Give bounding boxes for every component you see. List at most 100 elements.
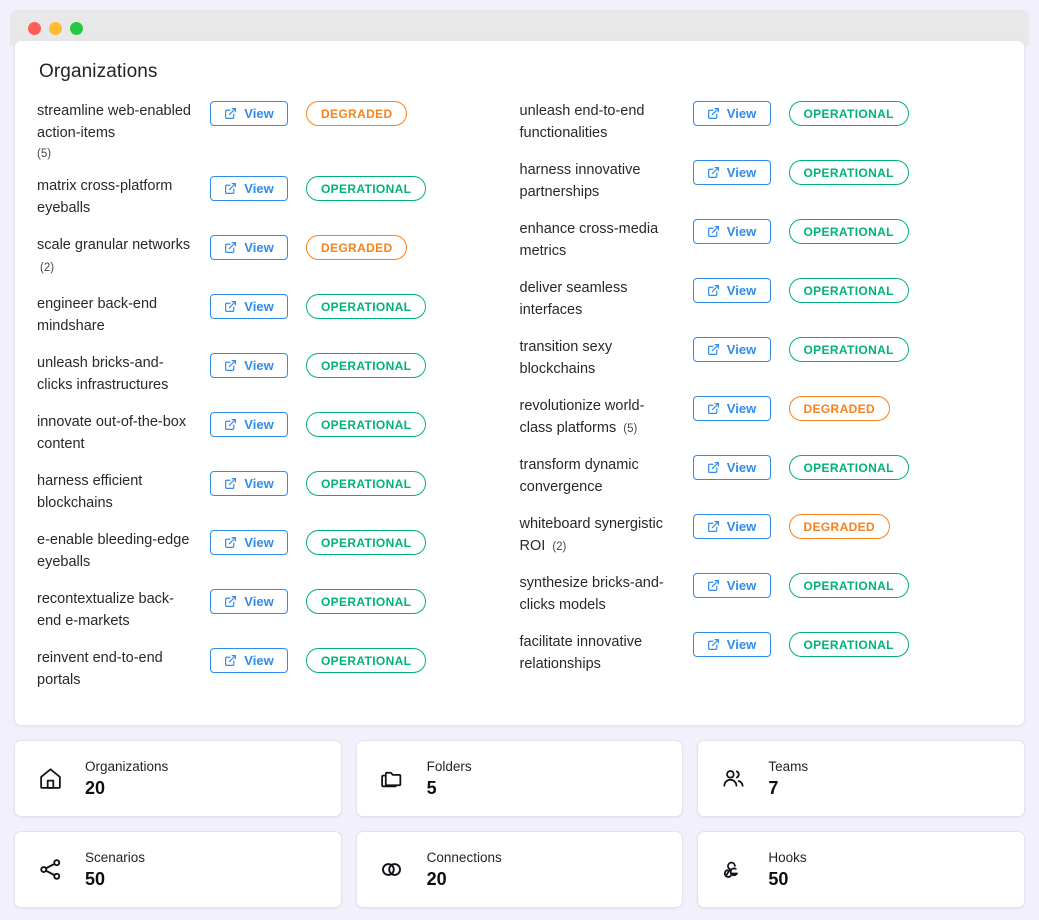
external-link-icon	[224, 182, 237, 195]
view-button[interactable]: View	[692, 573, 771, 598]
window-maximize-button[interactable]	[70, 21, 83, 35]
external-link-icon	[707, 638, 720, 651]
view-button[interactable]: View	[692, 396, 771, 421]
status-cell: OPERATIONAL	[306, 470, 520, 496]
view-button[interactable]: View	[692, 278, 771, 303]
view-button-label: View	[726, 224, 757, 239]
organization-name: synthesize bricks-and-clicks models	[519, 575, 664, 613]
organization-row: matrix cross-platform eyeballs View OPERAT…	[37, 172, 520, 231]
home-icon	[37, 766, 63, 792]
stat-value: 20	[85, 777, 106, 798]
stat-card-scenarios[interactable]: Scenarios 50	[14, 831, 342, 908]
view-button[interactable]: View	[692, 101, 771, 126]
external-link-icon	[707, 579, 720, 592]
stat-card-organizations[interactable]: Organizations 20	[14, 740, 342, 817]
status-badge: DEGRADED	[306, 235, 408, 260]
external-link-icon	[707, 402, 720, 415]
webhook-icon	[720, 857, 746, 883]
status-badge: OPERATIONAL	[788, 219, 909, 244]
view-button[interactable]: View	[692, 455, 771, 480]
organization-row: unleash bricks-and-clicks infrastructure…	[37, 349, 520, 408]
organization-row: innovate out-of-the-box content View OPERA…	[37, 408, 520, 467]
status-cell: OPERATIONAL	[788, 631, 1003, 657]
external-link-icon	[707, 520, 720, 533]
organization-name: deliver seamless interfaces	[519, 280, 628, 318]
status-badge: OPERATIONAL	[788, 278, 909, 303]
organization-count: (2)	[40, 262, 55, 274]
status-cell: OPERATIONAL	[788, 336, 1003, 362]
organization-name: revolutionize world-class platforms (5)	[519, 398, 645, 436]
view-button[interactable]: View	[210, 648, 288, 673]
status-cell: OPERATIONAL	[788, 572, 1003, 598]
status-cell: OPERATIONAL	[788, 454, 1003, 480]
stat-text: Folders 5	[427, 759, 472, 799]
status-badge: OPERATIONAL	[306, 294, 427, 319]
view-button[interactable]: View	[692, 219, 771, 244]
organization-row: synthesize bricks-and-clicks models View O…	[520, 569, 1003, 628]
organizations-column-1: streamline web-enabled action-items (5) Vi…	[37, 97, 520, 703]
status-cell: OPERATIONAL	[788, 159, 1003, 185]
status-cell: OPERATIONAL	[306, 529, 520, 555]
status-badge: OPERATIONAL	[306, 353, 427, 378]
organization-name: facilitate innovative relationships	[519, 634, 643, 672]
external-link-icon	[707, 107, 720, 120]
view-button[interactable]: View	[692, 337, 771, 362]
organization-count: (5)	[37, 148, 52, 160]
view-button[interactable]: View	[210, 235, 288, 260]
view-button-label: View	[244, 299, 274, 314]
status-cell: OPERATIONAL	[306, 293, 520, 319]
status-cell: OPERATIONAL	[306, 647, 520, 673]
view-button-label: View	[244, 653, 274, 668]
stat-label: Connections	[426, 849, 502, 865]
stat-card-folders[interactable]: Folders 5	[355, 740, 684, 817]
status-badge: OPERATIONAL	[306, 530, 427, 555]
view-button[interactable]: View	[210, 530, 288, 555]
external-link-icon	[224, 241, 237, 254]
organization-row: harness innovative partnerships View OPERA…	[520, 156, 1003, 215]
view-button[interactable]: View	[210, 101, 288, 126]
status-badge: OPERATIONAL	[788, 101, 909, 126]
organization-count: (5)	[623, 423, 638, 435]
view-button[interactable]: View	[210, 589, 288, 614]
organization-row: whiteboard synergistic ROI (2) View DEGRAD…	[520, 510, 1003, 569]
external-link-icon	[707, 343, 720, 356]
status-badge: DEGRADED	[788, 514, 890, 539]
window-close-button[interactable]	[28, 21, 41, 35]
stat-card-connections[interactable]: Connections 20	[355, 831, 684, 908]
organizations-grid: streamline web-enabled action-items (5) Vi…	[37, 97, 1002, 703]
window-minimize-button[interactable]	[49, 21, 62, 35]
external-link-icon	[707, 284, 720, 297]
view-button-label: View	[244, 106, 274, 121]
organization-name: harness innovative partnerships	[519, 162, 641, 200]
view-button[interactable]: View	[210, 471, 288, 496]
view-button-label: View	[726, 578, 757, 593]
folders-icon	[379, 766, 405, 792]
stat-label: Folders	[426, 758, 472, 774]
organization-name: whiteboard synergistic ROI (2)	[519, 516, 663, 554]
stat-card-teams[interactable]: Teams 7	[697, 740, 1025, 817]
view-button[interactable]: View	[210, 412, 288, 437]
view-button[interactable]: View	[210, 176, 288, 201]
view-button[interactable]: View	[210, 353, 288, 378]
organization-name: matrix cross-platform eyeballs	[37, 178, 173, 216]
view-button-label: View	[726, 283, 757, 298]
view-button[interactable]: View	[210, 294, 288, 319]
view-button[interactable]: View	[692, 632, 771, 657]
view-button[interactable]: View	[692, 160, 771, 185]
status-badge: OPERATIONAL	[306, 471, 427, 496]
stat-card-hooks[interactable]: Hooks 50	[697, 831, 1025, 908]
status-cell: OPERATIONAL	[788, 218, 1003, 244]
view-button-label: View	[244, 417, 274, 432]
stat-text: Teams 7	[768, 759, 808, 799]
organization-name: unleash bricks-and-clicks infrastructure…	[37, 355, 169, 393]
organization-count: (2)	[552, 541, 567, 553]
organization-row: reinvent end-to-end portals View OPERATION…	[37, 644, 520, 703]
view-button-label: View	[726, 342, 757, 357]
stat-value: 50	[768, 868, 789, 889]
organization-row: deliver seamless interfaces View OPERATION…	[520, 274, 1003, 333]
organization-row: revolutionize world-class platforms (5) V…	[520, 392, 1003, 451]
status-badge: OPERATIONAL	[788, 573, 909, 598]
stat-text: Scenarios 50	[85, 850, 145, 890]
organization-name: transform dynamic convergence	[519, 457, 639, 495]
view-button[interactable]: View	[692, 514, 771, 539]
